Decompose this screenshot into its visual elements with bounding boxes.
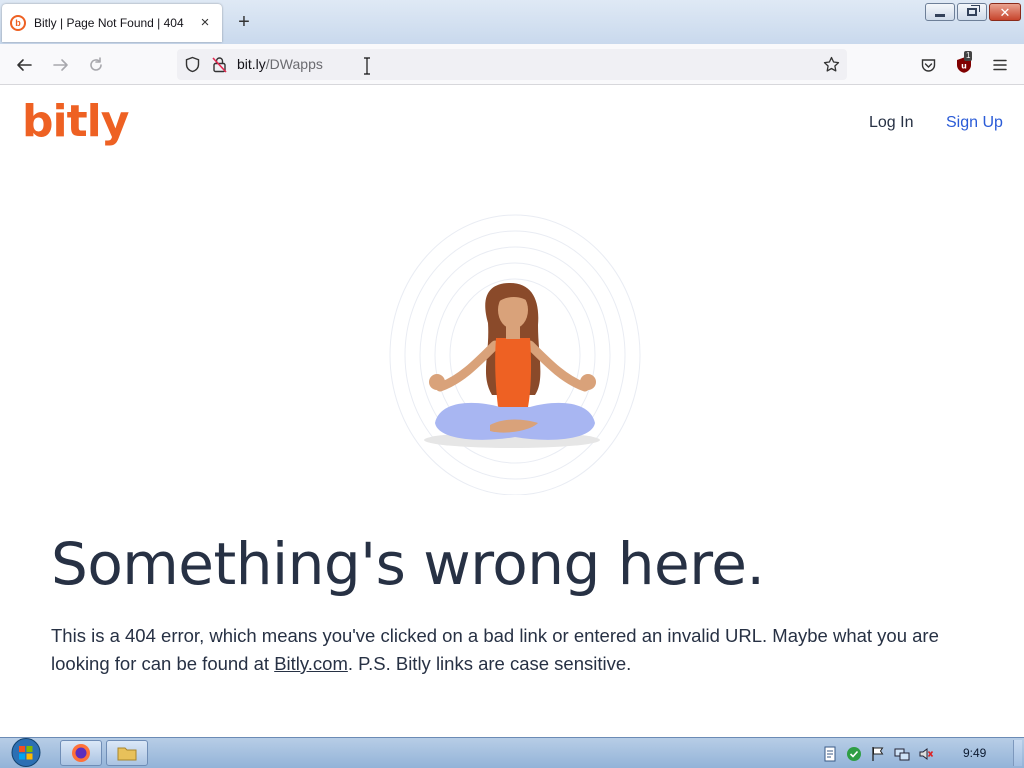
pocket-button[interactable] <box>917 54 939 76</box>
hamburger-menu-icon <box>993 59 1007 71</box>
taskbar-explorer-button[interactable] <box>106 740 148 766</box>
error-description-suffix: . P.S. Bitly links are case sensitive. <box>347 653 632 674</box>
new-tab-button[interactable]: + <box>233 12 255 34</box>
windows-start-button[interactable] <box>6 737 46 768</box>
bookmark-star-icon[interactable] <box>823 56 840 73</box>
url-domain: bit.ly <box>237 56 266 72</box>
pocket-icon <box>921 58 935 72</box>
page-headline: Something's wrong here. <box>51 530 765 598</box>
show-desktop-button[interactable] <box>1013 740 1022 766</box>
tray-network-icon[interactable] <box>894 746 910 762</box>
extension-badge: 1 <box>964 51 973 61</box>
minimize-icon <box>935 13 945 17</box>
restore-icon <box>967 5 980 16</box>
back-button[interactable] <box>13 54 35 76</box>
bitly-logo[interactable]: bitly <box>22 96 129 147</box>
meditating-woman-illustration <box>389 214 641 495</box>
taskbar-firefox-button[interactable] <box>60 740 102 766</box>
window-minimize-button[interactable] <box>925 3 955 21</box>
tab-strip: b Bitly | Page Not Found | 404 × + ✕ <box>0 0 1024 44</box>
url-text[interactable]: bit.ly/DWapps <box>237 56 323 72</box>
svg-text:u: u <box>961 62 967 71</box>
forward-arrow-icon <box>53 59 68 71</box>
reload-button[interactable] <box>85 54 107 76</box>
shield-icon[interactable] <box>184 56 201 73</box>
tray-document-icon[interactable] <box>822 746 838 762</box>
url-bar[interactable]: bit.ly/DWapps <box>177 49 847 80</box>
app-menu-button[interactable] <box>989 54 1011 76</box>
back-arrow-icon <box>17 59 32 71</box>
folder-icon <box>117 747 137 761</box>
close-icon: ✕ <box>999 4 1011 20</box>
error-description: This is a 404 error, which means you've … <box>51 622 981 678</box>
close-tab-icon[interactable]: × <box>196 14 214 32</box>
tab-bitly-404[interactable]: b Bitly | Page Not Found | 404 × <box>2 4 222 42</box>
tray-flag-icon[interactable] <box>870 746 886 762</box>
bitly-favicon-icon: b <box>10 15 26 31</box>
forward-button[interactable] <box>50 54 72 76</box>
reload-icon <box>90 57 102 71</box>
firefox-icon <box>72 744 90 762</box>
login-link[interactable]: Log In <box>869 114 913 132</box>
text-cursor-icon <box>364 57 370 75</box>
window-restore-button[interactable] <box>957 3 987 21</box>
tray-volume-muted-icon[interactable] <box>918 746 934 762</box>
tray-security-icon[interactable] <box>846 746 862 762</box>
taskbar-clock[interactable]: 9:49 <box>963 746 986 760</box>
tab-title: Bitly | Page Not Found | 404 <box>34 16 184 30</box>
navigation-toolbar: bit.ly/DWapps u 1 <box>0 44 1024 85</box>
ublock-extension-button[interactable]: u 1 <box>953 51 975 76</box>
insecure-lock-icon[interactable] <box>211 56 228 73</box>
url-path: /DWapps <box>265 56 323 72</box>
signup-link[interactable]: Sign Up <box>946 114 1003 132</box>
bitly-com-link[interactable]: Bitly.com <box>274 653 348 674</box>
window-close-button[interactable]: ✕ <box>989 3 1021 21</box>
